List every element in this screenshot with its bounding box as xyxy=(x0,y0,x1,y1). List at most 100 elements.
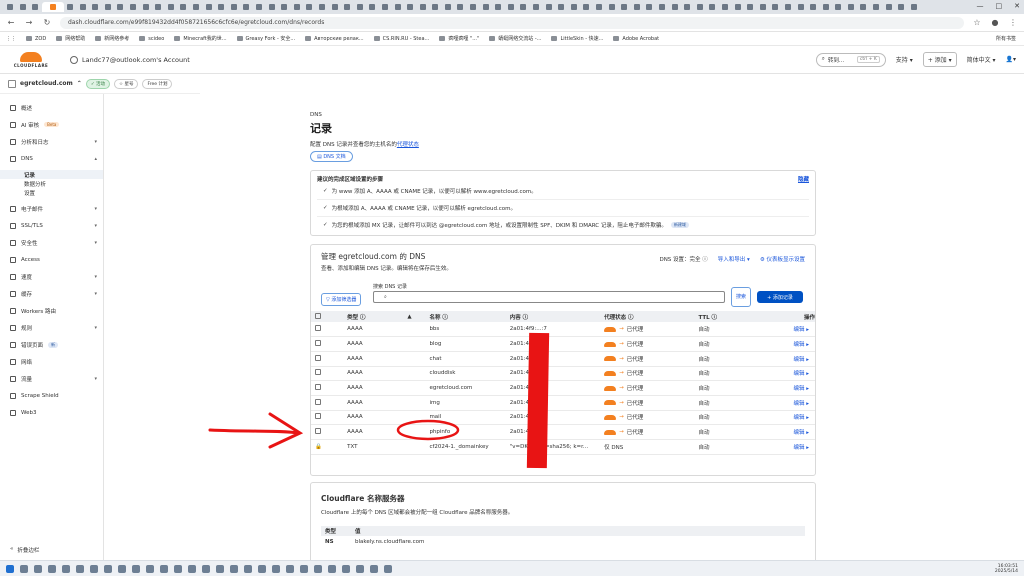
browser-tab[interactable] xyxy=(139,2,152,12)
taskbar-app-icon[interactable] xyxy=(384,564,392,573)
minimize-icon[interactable]: — xyxy=(977,2,984,10)
browser-tab[interactable] xyxy=(668,2,681,12)
goto-search[interactable]: ⌕ 转到... ctrl + K xyxy=(815,52,886,67)
support-menu[interactable]: 支持 ▾ xyxy=(896,55,913,64)
sidebar-item[interactable]: 分析和日志 ▾ xyxy=(0,136,103,147)
browser-tab[interactable] xyxy=(870,2,883,12)
sidebar-subitem[interactable]: 数据分析 xyxy=(0,179,103,188)
lock-icon[interactable]: 🔒 xyxy=(315,444,322,450)
browser-tab[interactable] xyxy=(41,2,64,12)
table-row[interactable]: AAAA egretcloud.com2a01:4f9:...:6→已代理自动编辑… xyxy=(311,380,815,396)
sidebar-item[interactable]: Scrape Shield xyxy=(0,390,103,401)
browser-tab[interactable] xyxy=(17,2,30,12)
row-checkbox[interactable] xyxy=(315,428,321,435)
bookmark-item[interactable]: ZOD xyxy=(26,36,46,42)
dashboard-display-settings[interactable]: ⚙ 仪表板显示设置 xyxy=(760,255,805,263)
close-icon[interactable]: ✕ xyxy=(1014,2,1020,10)
table-row[interactable]: 🔒 TXT cf2024-1._domainkey "v=DKIM1; h=sha25… xyxy=(311,439,815,455)
taskbar-app-icon[interactable] xyxy=(20,564,28,573)
column-header[interactable]: ▲ xyxy=(403,311,426,322)
sidebar-item[interactable]: 安全性 ▾ xyxy=(0,237,103,248)
browser-tab[interactable] xyxy=(102,2,115,12)
browser-tab[interactable] xyxy=(882,2,895,12)
browser-tab[interactable] xyxy=(353,2,366,12)
back-icon[interactable]: ← xyxy=(6,18,16,27)
edit-link[interactable]: 编辑 ▸ xyxy=(774,322,815,338)
sidebar-item[interactable]: 错误页面新 xyxy=(0,339,103,350)
browser-tab[interactable] xyxy=(165,2,178,12)
browser-tab[interactable] xyxy=(731,2,744,12)
browser-tab[interactable] xyxy=(215,2,228,12)
edit-link[interactable]: 编辑 ▸ xyxy=(774,336,815,352)
sidebar-item[interactable]: 速度 ▾ xyxy=(0,271,103,282)
taskbar-app-icon[interactable] xyxy=(76,564,84,573)
sidebar-item[interactable]: SSL/TLS ▾ xyxy=(0,220,103,231)
browser-tab[interactable] xyxy=(290,2,303,12)
column-header[interactable]: 内容 ⓘ xyxy=(505,311,601,322)
browser-tab[interactable] xyxy=(114,2,127,12)
browser-tab[interactable] xyxy=(643,2,656,12)
row-checkbox[interactable] xyxy=(315,340,321,347)
bookmark-item[interactable]: Adobe Acrobat xyxy=(613,36,659,42)
taskbar-app-icon[interactable] xyxy=(34,564,42,573)
taskbar-app-icon[interactable] xyxy=(272,564,280,573)
taskbar-app-icon[interactable] xyxy=(300,564,308,573)
clock[interactable]: 16:03:51 2025/5/14 xyxy=(995,564,1018,574)
browser-tab[interactable] xyxy=(429,2,442,12)
plan-badge[interactable]: Free 计划 xyxy=(142,78,173,89)
bookmark-item[interactable]: 蜻蜓网络交流站 -... xyxy=(489,35,541,42)
domain-name[interactable]: egretcloud.com xyxy=(20,80,73,87)
row-checkbox[interactable] xyxy=(315,398,321,405)
sidebar-item[interactable]: Workers 路由 xyxy=(0,305,103,316)
browser-tab[interactable] xyxy=(240,2,253,12)
browser-tab[interactable] xyxy=(391,2,404,12)
bookmark-item[interactable]: 疯哩疯哩 "..." xyxy=(439,35,479,42)
sidebar-item[interactable]: Web3 xyxy=(0,407,103,418)
taskbar-app-icon[interactable] xyxy=(188,564,196,573)
browser-tab[interactable] xyxy=(404,2,417,12)
search-button[interactable]: 搜索 xyxy=(731,287,751,307)
row-checkbox[interactable] xyxy=(315,384,321,391)
table-row[interactable]: AAAA mail2a01:4f9:...:7→已代理自动编辑 ▸ xyxy=(311,410,815,426)
taskbar-app-icon[interactable] xyxy=(244,564,252,573)
browser-tab[interactable] xyxy=(530,2,543,12)
edit-link[interactable]: 编辑 ▸ xyxy=(774,439,815,455)
browser-tab[interactable] xyxy=(807,2,820,12)
browser-tab[interactable] xyxy=(631,2,644,12)
table-row[interactable]: AAAA img2a01:4f9:...:6→已代理自动编辑 ▸ xyxy=(311,395,815,411)
domain-switch-icon[interactable]: ⌃ xyxy=(77,80,82,87)
bookmark-item[interactable]: scideo xyxy=(139,36,164,42)
browser-tab[interactable] xyxy=(4,2,17,12)
browser-tab[interactable] xyxy=(29,2,42,12)
browser-tab[interactable] xyxy=(328,2,341,12)
table-row[interactable]: AAAA bbs 2a01:4f9:...:7 → 已代理 自动 编辑 ▸ xyxy=(311,322,815,338)
browser-tab[interactable] xyxy=(681,2,694,12)
browser-tab[interactable] xyxy=(454,2,467,12)
hide-steps-link[interactable]: 隐藏 xyxy=(798,175,809,183)
taskbar-app-icon[interactable] xyxy=(132,564,140,573)
reload-icon[interactable]: ↻ xyxy=(42,18,52,27)
browser-tab[interactable] xyxy=(605,2,618,12)
sidebar-subitem[interactable]: 设置 xyxy=(0,188,103,197)
taskbar-app-icon[interactable] xyxy=(62,564,70,573)
browser-tab[interactable] xyxy=(794,2,807,12)
browser-tab[interactable] xyxy=(580,2,593,12)
sidebar-item[interactable]: 缓存 ▾ xyxy=(0,288,103,299)
language-menu[interactable]: 简体中文 ▾ xyxy=(967,55,996,64)
dns-search-input[interactable]: ⌕ xyxy=(373,291,725,303)
collapse-sidebar[interactable]: « 折叠边栏 xyxy=(10,546,39,554)
select-all-checkbox[interactable] xyxy=(315,312,321,319)
taskbar-app-icon[interactable] xyxy=(202,564,210,573)
account-switcher[interactable]: Landc77@outlook.com's Account xyxy=(70,55,190,64)
browser-tab[interactable] xyxy=(278,2,291,12)
bookmark-item[interactable]: Minecraft我的世... xyxy=(174,35,227,42)
user-menu-icon[interactable]: 👤▾ xyxy=(1006,56,1016,63)
browser-tab[interactable] xyxy=(442,2,455,12)
taskbar-app-icon[interactable] xyxy=(342,564,350,573)
taskbar-app-icon[interactable] xyxy=(104,564,112,573)
add-filter-button[interactable]: ▽ 添加筛选器 xyxy=(321,293,362,306)
browser-tab[interactable] xyxy=(719,2,732,12)
profile-icon[interactable]: ● xyxy=(990,18,1000,27)
bookmark-item[interactable]: Greasy Fork - 安全... xyxy=(236,35,295,42)
taskbar-app-icon[interactable] xyxy=(90,564,98,573)
